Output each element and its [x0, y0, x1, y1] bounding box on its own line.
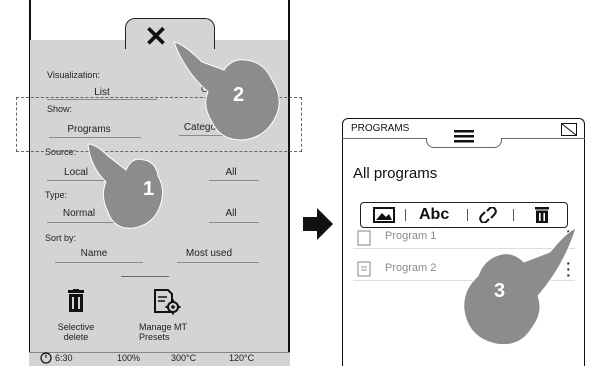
menu-icon[interactable] — [454, 129, 474, 143]
trash-icon[interactable] — [67, 289, 85, 313]
document-icon — [357, 261, 371, 277]
panel-divider — [121, 276, 169, 277]
source-underline-2 — [209, 180, 259, 181]
status-temp-1: 300°C — [171, 353, 197, 363]
close-icon[interactable]: ✕ — [141, 22, 171, 52]
callout-number-1: 1 — [143, 178, 155, 200]
callout-number-3: 3 — [494, 280, 506, 302]
status-temp-2: 120°C — [229, 353, 255, 363]
sort-by-label: Sort by: — [45, 233, 77, 243]
status-percent: 100% — [117, 353, 141, 363]
no-image-icon[interactable] — [561, 123, 577, 136]
type-label: Type: — [45, 190, 68, 200]
manage-mt-presets-label[interactable]: Manage MT Presets — [139, 322, 213, 342]
program-name: Program 1 — [385, 230, 437, 242]
image-icon[interactable] — [373, 207, 395, 223]
source-option-all[interactable]: All — [219, 167, 243, 178]
toolbar-separator — [405, 209, 406, 221]
type-underline-2 — [209, 222, 259, 223]
callout-number-2: 2 — [233, 84, 245, 106]
clock-icon — [40, 352, 52, 364]
document-icon — [357, 230, 371, 246]
status-clock: 6:30 — [55, 353, 73, 363]
visualization-label: Visualization: — [47, 70, 100, 80]
action-toolbar: Abc — [360, 202, 568, 228]
program-name: Program 2 — [385, 262, 437, 274]
sort-option-name[interactable]: Name — [69, 248, 119, 259]
toolbar-separator — [513, 209, 514, 221]
status-bar: 6:30 100% 300°C 120°C — [29, 352, 290, 366]
pointing-hand-icon-3 — [463, 227, 577, 346]
sort-underline-2 — [177, 262, 259, 263]
selective-delete-label[interactable]: Selective delete — [49, 322, 103, 342]
toolbar-separator — [467, 209, 468, 221]
page-heading: All programs — [353, 165, 438, 182]
sort-underline — [55, 262, 143, 263]
sort-option-most-used[interactable]: Most used — [179, 248, 239, 259]
arrow-right-icon — [303, 208, 333, 240]
type-option-all[interactable]: All — [219, 208, 243, 219]
pointing-hand-icon-1 — [87, 143, 164, 229]
trash-icon[interactable] — [535, 207, 549, 223]
text-button[interactable]: Abc — [419, 206, 449, 224]
pointing-hand-icon-2 — [173, 41, 280, 141]
document-gear-icon[interactable] — [153, 288, 181, 316]
header-title: PROGRAMS — [351, 123, 410, 134]
link-icon[interactable] — [479, 207, 497, 223]
